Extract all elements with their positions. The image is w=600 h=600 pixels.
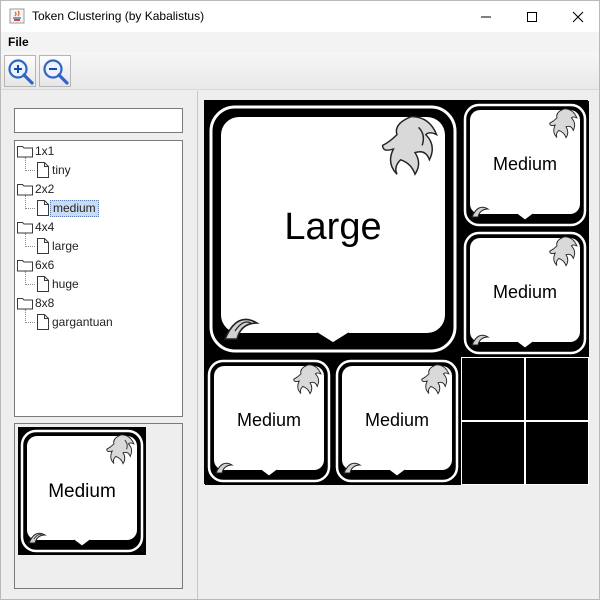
toolbar [1,52,599,90]
token-large[interactable]: Large [205,101,461,357]
title-bar[interactable]: Token Clustering (by Kabalistus) [1,1,599,32]
search-input[interactable] [14,108,183,133]
tree-folder-1x1[interactable]: 1x1 [17,142,56,160]
file-icon [37,314,49,330]
token-label: Medium [48,481,116,502]
minimize-button[interactable] [463,1,509,32]
menu-file[interactable]: File [8,35,29,49]
tree-item-label-selected: medium [50,199,99,217]
token-grid[interactable]: Large Medium Medium Medium Medium [204,100,589,485]
maximize-button[interactable] [509,1,555,32]
file-icon [37,276,49,292]
folder-icon [17,260,33,272]
zoom-out-button[interactable] [39,55,71,87]
tree-folder-label: 6x6 [35,257,55,272]
file-icon [37,200,49,216]
token-tree[interactable]: 1x1 tiny 2x2 medium 4x4 large 6x6 huge 8… [14,140,183,417]
folder-icon [17,146,33,158]
tree-item-label: tiny [52,162,71,177]
tree-item-tiny[interactable]: tiny [36,161,73,179]
empty-grid-cell[interactable] [525,421,589,485]
empty-grid-cell[interactable] [525,357,589,421]
minimize-icon [481,16,491,17]
token-label: Medium [493,282,557,302]
menu-bar: File [1,32,599,52]
tree-item-label: large [52,238,79,253]
tree-folder-label: 8x8 [35,295,55,310]
tree-item-gargantuan[interactable]: gargantuan [36,313,115,331]
close-button[interactable] [555,1,600,32]
tree-folder-label: 4x4 [35,219,55,234]
tree-item-medium[interactable]: medium [36,199,99,217]
tree-item-label: huge [52,276,79,291]
empty-grid-cell[interactable] [461,421,525,485]
tree-folder-6x6[interactable]: 6x6 [17,256,56,274]
tree-folder-label: 1x1 [35,143,55,158]
token-medium[interactable]: Medium [461,101,589,229]
tree-item-label: gargantuan [52,314,113,329]
token-medium[interactable]: Medium [461,229,589,357]
folder-icon [17,184,33,196]
close-icon [572,11,584,22]
folder-icon [17,222,33,234]
file-icon [37,162,49,178]
tree-folder-label: 2x2 [35,181,55,196]
file-icon [37,238,49,254]
java-app-icon [9,8,25,24]
tree-item-large[interactable]: large [36,237,81,255]
token-preview-medium: Medium [18,427,146,555]
tree-item-huge[interactable]: huge [36,275,81,293]
token-label: Medium [365,410,429,430]
maximize-icon [527,11,537,22]
token-medium[interactable]: Medium [205,357,333,485]
token-label: Medium [493,154,557,174]
token-medium[interactable]: Medium [333,357,461,485]
tree-folder-8x8[interactable]: 8x8 [17,294,56,312]
token-label: Large [284,206,381,248]
token-label: Medium [237,410,301,430]
window-title: Token Clustering (by Kabalistus) [32,9,205,23]
zoom-out-icon [43,59,69,85]
tree-folder-4x4[interactable]: 4x4 [17,218,56,236]
app-window: Token Clustering (by Kabalistus) File 1x… [0,0,600,600]
token-preview-panel: Medium [14,423,183,589]
zoom-in-icon [8,59,34,85]
zoom-in-button[interactable] [4,55,36,87]
folder-icon [17,298,33,310]
tree-folder-2x2[interactable]: 2x2 [17,180,56,198]
empty-grid-cell[interactable] [461,357,525,421]
